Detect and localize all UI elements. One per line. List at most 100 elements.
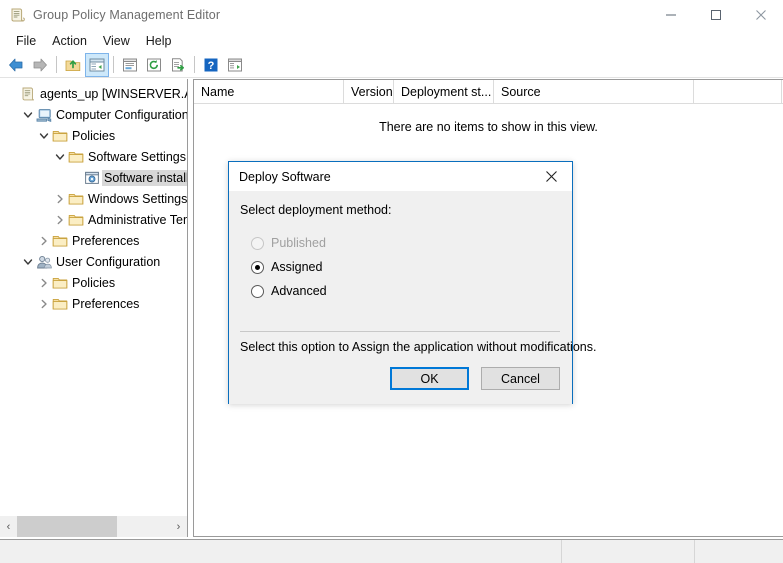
ok-button[interactable]: OK xyxy=(390,367,469,390)
chevron-right-icon[interactable] xyxy=(36,230,52,251)
tree-node[interactable]: Policies xyxy=(0,125,188,146)
tree-node-label: User Configuration xyxy=(56,255,160,269)
refresh-icon[interactable] xyxy=(142,53,166,77)
tree-node[interactable]: User Configuration xyxy=(0,251,188,272)
window-title: Group Policy Management Editor xyxy=(33,8,220,22)
software-install-icon xyxy=(84,170,100,186)
svg-text:?: ? xyxy=(208,60,215,72)
scrollbar-track[interactable] xyxy=(17,516,170,537)
scroll-right-arrow-icon[interactable]: › xyxy=(170,516,187,537)
radio-option-label: Advanced xyxy=(271,284,327,298)
up-one-level-icon[interactable] xyxy=(61,53,85,77)
folder-icon xyxy=(68,149,84,165)
chevron-right-icon[interactable] xyxy=(36,272,52,293)
folder-icon xyxy=(52,275,68,291)
chevron-down-icon[interactable] xyxy=(36,125,52,146)
console-tree-pane: agents_up [WINSERVER.ATOMS Computer Confi… xyxy=(0,79,188,537)
tree-node[interactable]: Preferences xyxy=(0,230,188,251)
listview-empty-message: There are no items to show in this view. xyxy=(194,120,783,134)
tree-node[interactable]: Preferences xyxy=(0,293,188,314)
toolbar-separator xyxy=(56,56,57,73)
show-hide-tree-icon[interactable] xyxy=(85,53,109,77)
title-bar: Group Policy Management Editor xyxy=(0,0,783,30)
properties-icon[interactable] xyxy=(118,53,142,77)
gpo-scroll-icon xyxy=(20,86,36,102)
radio-option-label: Assigned xyxy=(271,260,322,274)
maximize-button[interactable] xyxy=(693,0,738,30)
folder-icon xyxy=(52,128,68,144)
tree-node[interactable]: agents_up [WINSERVER.ATOMS xyxy=(0,83,188,104)
tree-node[interactable]: Software installat xyxy=(0,167,188,188)
toolbar-separator xyxy=(113,56,114,73)
tree-node[interactable]: Administrative Temp xyxy=(0,209,188,230)
listview-column-header[interactable] xyxy=(694,80,782,103)
radio-option-assigned[interactable]: Assigned xyxy=(251,255,327,279)
close-icon[interactable] xyxy=(530,162,572,190)
column-header-label: Version xyxy=(351,85,393,99)
scrollbar-thumb[interactable] xyxy=(17,516,117,537)
listview-header[interactable]: Name Version Deployment st...Source xyxy=(194,80,783,104)
new-window-icon[interactable] xyxy=(223,53,247,77)
tree-node-label: Software installat xyxy=(102,170,188,186)
radio-option-advanced[interactable]: Advanced xyxy=(251,279,327,303)
close-button[interactable] xyxy=(738,0,783,30)
radio-option-published: Published xyxy=(251,231,327,255)
column-header-label: Deployment st... xyxy=(401,85,491,99)
tree-node[interactable]: Windows Settings xyxy=(0,188,188,209)
column-header-label: Name xyxy=(201,85,234,99)
toolbar-separator xyxy=(194,56,195,73)
tree-node-label: Preferences xyxy=(72,234,139,248)
folder-icon xyxy=(68,212,84,228)
gpo-scroll-icon xyxy=(9,7,25,23)
radio-option-label: Published xyxy=(271,236,326,250)
tree-node-label: Computer Configuration xyxy=(56,108,188,122)
user-icon xyxy=(36,254,52,270)
tree-node-label: Policies xyxy=(72,276,115,290)
dialog-title: Deploy Software xyxy=(239,170,331,184)
scroll-left-arrow-icon[interactable]: ‹ xyxy=(0,516,17,537)
help-icon[interactable]: ? xyxy=(199,53,223,77)
listview-column-header[interactable]: Source xyxy=(494,80,694,103)
listview-column-header[interactable]: Deployment st... xyxy=(394,80,494,103)
listview-column-header[interactable]: Name xyxy=(194,80,344,103)
export-list-icon[interactable] xyxy=(166,53,190,77)
tree-node[interactable]: Software Settings xyxy=(0,146,188,167)
chevron-right-icon[interactable] xyxy=(36,293,52,314)
minimize-button[interactable] xyxy=(648,0,693,30)
dialog-title-bar: Deploy Software xyxy=(229,162,572,191)
deploy-software-dialog: Deploy Software Select deployment method… xyxy=(228,161,573,404)
tree-horizontal-scrollbar[interactable]: ‹ › xyxy=(0,516,187,537)
tree-node-label: Preferences xyxy=(72,297,139,311)
toolbar: ? xyxy=(0,52,783,78)
menu-file[interactable]: File xyxy=(8,32,44,50)
radio-button-icon[interactable] xyxy=(251,261,264,274)
cancel-button[interactable]: Cancel xyxy=(481,367,560,390)
status-bar xyxy=(0,539,783,563)
status-bar-cell xyxy=(562,540,695,563)
tree-node-label: Software Settings xyxy=(88,150,186,164)
chevron-down-icon[interactable] xyxy=(52,146,68,167)
tree-spacer xyxy=(4,83,20,104)
tree-node-label: Windows Settings xyxy=(88,192,187,206)
tree-node[interactable]: Policies xyxy=(0,272,188,293)
dialog-button-row: OK Cancel xyxy=(390,367,560,390)
chevron-down-icon[interactable] xyxy=(20,251,36,272)
radio-button-icon[interactable] xyxy=(251,285,264,298)
deployment-method-radio-group[interactable]: Published Assigned Advanced xyxy=(251,231,327,303)
status-bar-cell xyxy=(0,540,562,563)
listview-column-header[interactable]: Version xyxy=(344,80,394,103)
back-icon[interactable] xyxy=(4,53,28,77)
menu-help[interactable]: Help xyxy=(138,32,180,50)
dialog-description: Select this option to Assign the applica… xyxy=(240,340,596,354)
chevron-down-icon[interactable] xyxy=(20,104,36,125)
console-tree[interactable]: agents_up [WINSERVER.ATOMS Computer Confi… xyxy=(0,83,188,516)
menu-action[interactable]: Action xyxy=(44,32,95,50)
chevron-right-icon[interactable] xyxy=(52,188,68,209)
menu-view[interactable]: View xyxy=(95,32,138,50)
forward-icon[interactable] xyxy=(28,53,52,77)
dialog-separator xyxy=(240,331,560,332)
folder-icon xyxy=(52,233,68,249)
tree-node[interactable]: Computer Configuration xyxy=(0,104,188,125)
chevron-right-icon[interactable] xyxy=(52,209,68,230)
window-controls xyxy=(648,0,783,30)
